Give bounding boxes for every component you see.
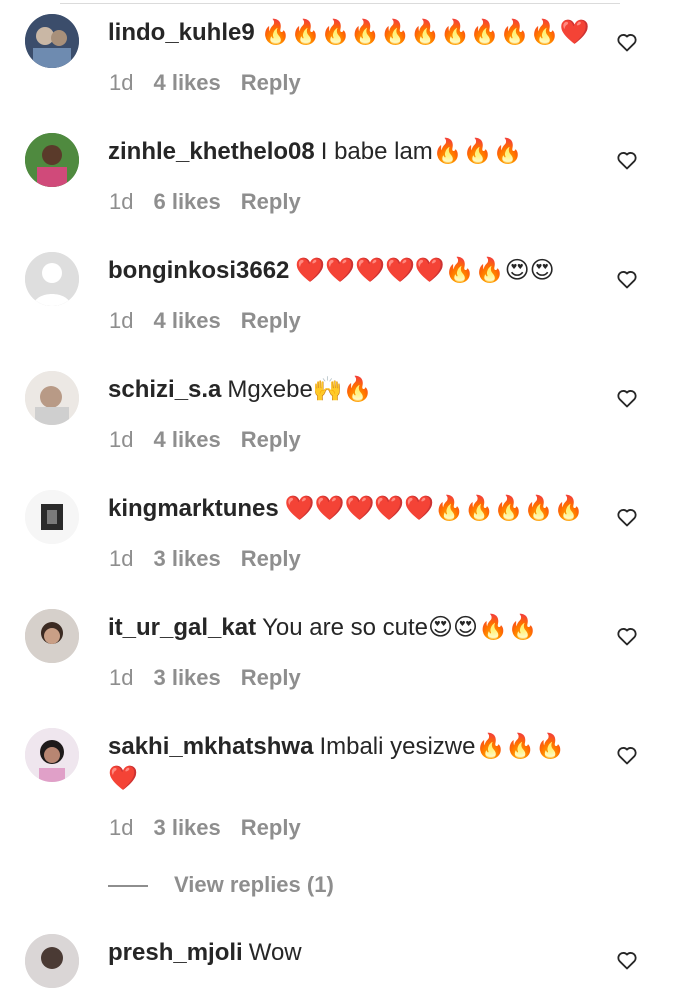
comment-text: 🔥🔥🔥🔥🔥🔥🔥🔥🔥🔥❤️: [260, 19, 590, 46]
reply-button[interactable]: Reply: [241, 546, 301, 571]
comment-text: You are so cute😍😍🔥🔥: [262, 614, 538, 641]
comment-likes[interactable]: 3 likes: [153, 546, 220, 571]
reply-button[interactable]: Reply: [241, 815, 301, 840]
reply-button[interactable]: Reply: [241, 427, 301, 452]
heart-outline-icon[interactable]: [615, 948, 639, 972]
comment-username[interactable]: kingmarktunes: [108, 495, 279, 522]
comment-likes[interactable]: 4 likes: [153, 308, 220, 333]
reply-button[interactable]: Reply: [241, 70, 301, 95]
comment-time: 1d: [109, 815, 134, 840]
comment-text: Mgxebe🙌🔥: [227, 376, 373, 403]
heart-outline-icon[interactable]: [615, 267, 639, 291]
comment-time: 1d: [109, 665, 134, 690]
comment-text: ❤️❤️❤️❤️❤️🔥🔥🔥🔥🔥: [284, 495, 584, 522]
heart-outline-icon[interactable]: [615, 30, 639, 54]
avatar[interactable]: [25, 14, 79, 68]
comment-username[interactable]: bonginkosi3662: [108, 257, 289, 284]
view-replies-label: View replies (1): [174, 872, 334, 897]
avatar[interactable]: [25, 934, 79, 988]
reply-button[interactable]: Reply: [241, 665, 301, 690]
top-divider: [60, 0, 620, 4]
avatar[interactable]: [25, 609, 79, 663]
heart-outline-icon[interactable]: [615, 624, 639, 648]
comment-time: 1d: [109, 70, 134, 95]
avatar[interactable]: [25, 371, 79, 425]
comment-username[interactable]: zinhle_khethelo08: [108, 138, 315, 165]
comment-time: 1d: [109, 427, 134, 452]
reply-button[interactable]: Reply: [241, 189, 301, 214]
comment-text: ❤️❤️❤️❤️❤️🔥🔥😍😍: [295, 257, 555, 284]
comment-text: Imbali yesizwe🔥🔥🔥: [319, 733, 566, 760]
comment-time: 1d: [109, 189, 134, 214]
heart-outline-icon[interactable]: [615, 505, 639, 529]
comment-time: 1d: [109, 546, 134, 571]
comment-text: I babe lam🔥🔥🔥: [320, 138, 523, 165]
comment-likes[interactable]: 3 likes: [153, 815, 220, 840]
heart-outline-icon[interactable]: [615, 148, 639, 172]
comment-username[interactable]: it_ur_gal_kat: [108, 614, 256, 641]
reply-button[interactable]: Reply: [241, 308, 301, 333]
comment-likes[interactable]: 6 likes: [153, 189, 220, 214]
comment-likes[interactable]: 4 likes: [153, 70, 220, 95]
comment-username[interactable]: presh_mjoli: [108, 939, 243, 966]
heart-outline-icon[interactable]: [615, 386, 639, 410]
avatar[interactable]: [25, 252, 79, 306]
avatar[interactable]: [25, 133, 79, 187]
comment-likes[interactable]: 3 likes: [153, 665, 220, 690]
avatar[interactable]: [25, 728, 79, 782]
comment-username[interactable]: schizi_s.a: [108, 376, 221, 403]
comment-time: 1d: [109, 308, 134, 333]
comment-text: Wow: [248, 939, 302, 966]
avatar[interactable]: [25, 490, 79, 544]
comment-username[interactable]: lindo_kuhle9: [108, 19, 255, 46]
view-replies-button[interactable]: View replies (1): [108, 870, 334, 900]
comment-username[interactable]: sakhi_mkhatshwa: [108, 733, 313, 760]
comment-text-continued: ❤️: [108, 765, 138, 792]
heart-outline-icon[interactable]: [615, 743, 639, 767]
divider-line: [108, 885, 148, 888]
comment-likes[interactable]: 4 likes: [153, 427, 220, 452]
